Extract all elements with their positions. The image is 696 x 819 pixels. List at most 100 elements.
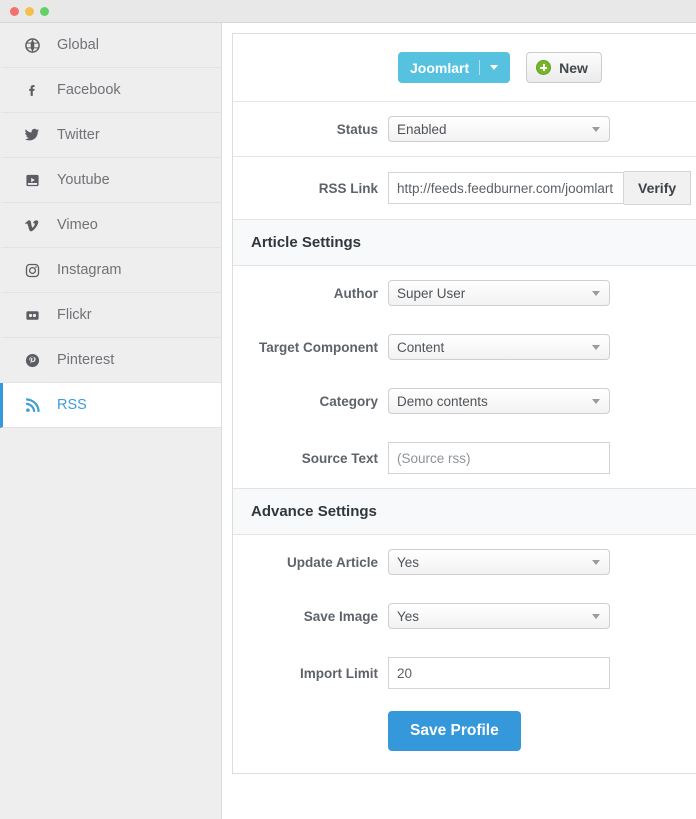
toolbar-block: Joomlart New <box>233 34 696 102</box>
target-component-field-area: Content <box>388 334 610 360</box>
sidebar-item-label: Facebook <box>57 81 121 98</box>
status-label: Status <box>336 121 378 137</box>
chevron-down-icon <box>592 559 600 565</box>
profile-dropdown-button[interactable]: Joomlart <box>398 52 511 83</box>
plus-circle-icon <box>536 60 552 75</box>
toolbar: Joomlart New <box>233 34 696 101</box>
source-text-label: Source Text <box>301 450 378 466</box>
author-row: Author Super User <box>233 266 696 320</box>
import-limit-row: Import Limit 20 <box>233 643 696 703</box>
sidebar-item-facebook[interactable]: Facebook <box>0 68 221 113</box>
target-component-select[interactable]: Content <box>388 334 610 360</box>
flickr-icon <box>21 308 43 323</box>
import-limit-input[interactable]: 20 <box>388 657 610 689</box>
save-image-row: Save Image Yes <box>233 589 696 643</box>
status-row: Status Enabled <box>233 102 696 156</box>
sidebar-item-label: Global <box>57 36 99 53</box>
sidebar-item-global[interactable]: Global <box>0 23 221 68</box>
main-content: Joomlart New Status Enabled RSS Link htt… <box>222 23 696 819</box>
sidebar-item-vimeo[interactable]: Vimeo <box>0 203 221 248</box>
rss-link-label: RSS Link <box>318 180 378 196</box>
import-limit-label: Import Limit <box>300 665 378 681</box>
vimeo-icon <box>21 218 43 233</box>
author-label: Author <box>333 285 378 301</box>
sidebar-item-twitter[interactable]: Twitter <box>0 113 221 158</box>
rss-link-input[interactable]: http://feeds.feedburner.com/joomlart <box>388 172 624 204</box>
sidebar-item-label: Vimeo <box>57 216 98 233</box>
source-text-row: Source Text (Source rss) <box>233 428 696 488</box>
sidebar-nav: Global Facebook Twitter Youtube Vimeo In… <box>0 23 222 819</box>
chevron-down-icon <box>592 290 600 296</box>
chevron-down-icon <box>592 398 600 404</box>
status-block: Status Enabled <box>233 102 696 157</box>
source-text-field-area: (Source rss) <box>388 442 610 474</box>
advance-settings-block: Advance Settings Update Article Yes Save… <box>233 489 696 773</box>
source-text-input[interactable]: (Source rss) <box>388 442 610 474</box>
category-select[interactable]: Demo contents <box>388 388 610 414</box>
status-select-value: Enabled <box>397 121 447 137</box>
category-select-value: Demo contents <box>397 393 488 409</box>
sidebar-item-label: Pinterest <box>57 351 115 368</box>
verify-button[interactable]: Verify <box>624 171 692 205</box>
minimize-window-icon[interactable] <box>25 6 34 16</box>
sidebar-item-pinterest[interactable]: Pinterest <box>0 338 221 383</box>
save-profile-field-area: Save Profile <box>388 711 521 751</box>
update-article-field-area: Yes <box>388 549 610 575</box>
save-image-label: Save Image <box>303 608 378 624</box>
update-article-label: Update Article <box>286 554 378 570</box>
update-article-row: Update Article Yes <box>233 535 696 589</box>
rss-link-field-area: http://feeds.feedburner.com/joomlart Ver… <box>388 171 692 205</box>
import-limit-field-area: 20 <box>388 657 610 689</box>
app-window: Global Facebook Twitter Youtube Vimeo In… <box>0 0 696 819</box>
sidebar-item-label: Twitter <box>57 126 100 143</box>
chevron-down-icon <box>592 344 600 350</box>
category-field-area: Demo contents <box>388 388 610 414</box>
article-settings-title: Article Settings <box>233 220 696 266</box>
save-profile-row: Save Profile <box>233 703 696 773</box>
chevron-down-icon <box>592 126 600 132</box>
sidebar-item-flickr[interactable]: Flickr <box>0 293 221 338</box>
twitter-icon <box>21 127 43 143</box>
update-article-select-value: Yes <box>397 554 420 570</box>
chevron-down-icon <box>592 613 600 619</box>
update-article-select[interactable]: Yes <box>388 549 610 575</box>
rss-link-block: RSS Link http://feeds.feedburner.com/joo… <box>233 157 696 220</box>
pinterest-icon <box>21 353 43 368</box>
window-titlebar <box>0 0 696 23</box>
sidebar-item-label: RSS <box>57 396 87 413</box>
sidebar-item-rss[interactable]: RSS <box>0 383 221 428</box>
rss-link-row: RSS Link http://feeds.feedburner.com/joo… <box>233 157 696 219</box>
target-component-label: Target Component <box>259 339 378 355</box>
save-profile-button[interactable]: Save Profile <box>388 711 521 751</box>
sidebar-item-label: Youtube <box>57 171 110 188</box>
chevron-down-icon <box>490 65 499 70</box>
new-button[interactable]: New <box>526 52 602 83</box>
profile-dropdown-divider <box>479 60 481 75</box>
window-content: Global Facebook Twitter Youtube Vimeo In… <box>0 23 696 819</box>
maximize-window-icon[interactable] <box>40 6 49 16</box>
instagram-icon <box>21 263 43 278</box>
status-select[interactable]: Enabled <box>388 116 610 142</box>
sidebar-item-label: Flickr <box>57 306 92 323</box>
status-field-area: Enabled <box>388 116 610 142</box>
target-component-select-value: Content <box>397 339 445 355</box>
author-field-area: Super User <box>388 280 610 306</box>
save-image-select[interactable]: Yes <box>388 603 610 629</box>
category-row: Category Demo contents <box>233 374 696 428</box>
sidebar-item-youtube[interactable]: Youtube <box>0 158 221 203</box>
sidebar-item-label: Instagram <box>57 261 122 278</box>
save-image-field-area: Yes <box>388 603 610 629</box>
globe-icon <box>21 37 43 53</box>
profile-dropdown-label: Joomlart <box>410 59 470 76</box>
close-window-icon[interactable] <box>10 6 19 16</box>
category-label: Category <box>319 393 378 409</box>
rss-icon <box>21 397 43 413</box>
article-settings-block: Article Settings Author Super User Targe… <box>233 220 696 489</box>
save-image-select-value: Yes <box>397 608 420 624</box>
author-select[interactable]: Super User <box>388 280 610 306</box>
sidebar-item-instagram[interactable]: Instagram <box>0 248 221 293</box>
youtube-icon <box>21 173 43 188</box>
new-button-label: New <box>559 59 588 76</box>
facebook-icon <box>21 83 43 98</box>
author-select-value: Super User <box>397 285 466 301</box>
